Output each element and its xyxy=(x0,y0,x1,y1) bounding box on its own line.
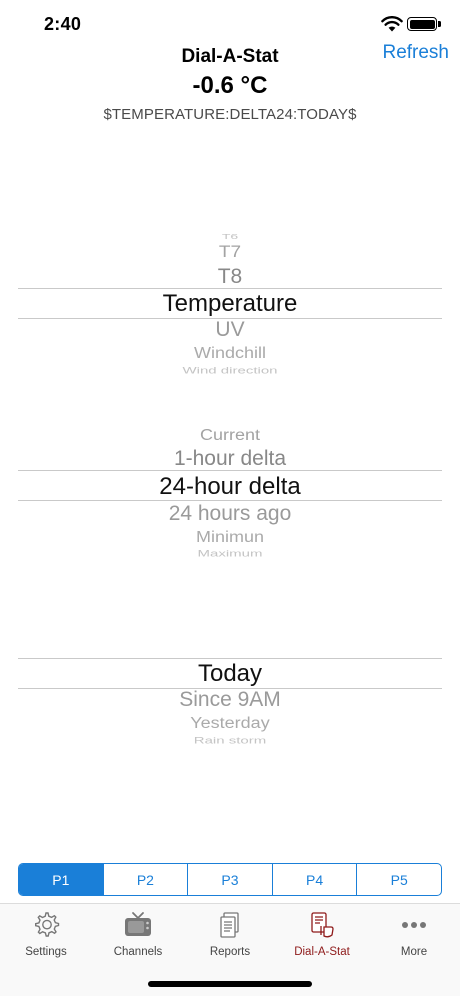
segment-p3[interactable]: P3 xyxy=(188,864,273,895)
segment-p4[interactable]: P4 xyxy=(273,864,358,895)
picker-row[interactable]: T6 xyxy=(18,232,442,241)
tab-label: Settings xyxy=(25,946,67,958)
picker-row[interactable]: Rain storm xyxy=(18,736,442,746)
picker-row-selected[interactable]: Temperature xyxy=(18,290,442,318)
picker-row[interactable]: 24 hours ago xyxy=(18,502,442,526)
picker-row[interactable]: Maximum xyxy=(18,549,442,559)
picker-row[interactable]: Wind direction xyxy=(18,366,442,376)
picker-row[interactable]: T8 xyxy=(18,265,442,289)
tab-settings[interactable]: Settings xyxy=(0,910,92,966)
status-bar: 2:40 xyxy=(0,0,460,48)
battery-cap xyxy=(438,21,441,27)
tab-label: Channels xyxy=(113,946,163,958)
tab-reports[interactable]: Reports xyxy=(184,910,276,966)
segment-p2[interactable]: P2 xyxy=(104,864,189,895)
tab-label: More xyxy=(400,946,428,958)
picker-row-selected[interactable]: 24-hour delta xyxy=(18,473,442,501)
tv-icon xyxy=(125,912,151,936)
dial-a-stat-icon xyxy=(311,912,334,938)
segment-p1[interactable]: P1 xyxy=(19,864,104,895)
picker-row[interactable]: Minimun xyxy=(18,529,442,546)
period-picker[interactable]: Today Since 9AM Yesterday Rain storm xyxy=(18,590,442,750)
refresh-button[interactable]: Refresh xyxy=(382,42,449,64)
picker-row[interactable]: T7 xyxy=(18,244,442,263)
ellipsis-icon xyxy=(402,922,426,928)
tab-more[interactable]: More xyxy=(368,910,460,966)
tab-dial-a-stat[interactable]: Dial-A-Stat xyxy=(276,910,368,966)
gear-icon xyxy=(35,912,60,937)
picker-row[interactable]: Yesterday xyxy=(18,715,442,732)
picker-row[interactable]: Since 9AM xyxy=(18,688,442,712)
home-indicator xyxy=(148,981,312,987)
stat-token: $TEMPERATURE:DELTA24:TODAY$ xyxy=(103,106,357,123)
preset-segmented-control: P1 P2 P3 P4 P5 xyxy=(18,863,442,896)
picker-row[interactable]: Windchill xyxy=(18,345,442,362)
document-icon xyxy=(220,912,239,938)
picker-row-selected[interactable]: Today xyxy=(18,660,442,688)
wifi-icon xyxy=(381,16,403,32)
battery-icon xyxy=(407,17,437,31)
picker-row[interactable]: UV xyxy=(18,318,442,342)
stat-value: -0.6 °C xyxy=(192,72,268,99)
statistic-picker[interactable]: Current 1-hour delta 24-hour delta 24 ho… xyxy=(18,402,442,562)
measurement-picker[interactable]: T6 T7 T8 Temperature UV Windchill Wind d… xyxy=(18,220,442,380)
selection-line-top xyxy=(18,658,442,659)
tab-label: Dial-A-Stat xyxy=(294,946,350,958)
tab-label: Reports xyxy=(209,946,251,958)
status-time: 2:40 xyxy=(44,14,82,34)
tab-channels[interactable]: Channels xyxy=(92,910,184,966)
picker-row[interactable]: 1-hour delta xyxy=(18,447,442,471)
segment-p5[interactable]: P5 xyxy=(357,864,441,895)
picker-row[interactable]: Current xyxy=(18,427,442,444)
